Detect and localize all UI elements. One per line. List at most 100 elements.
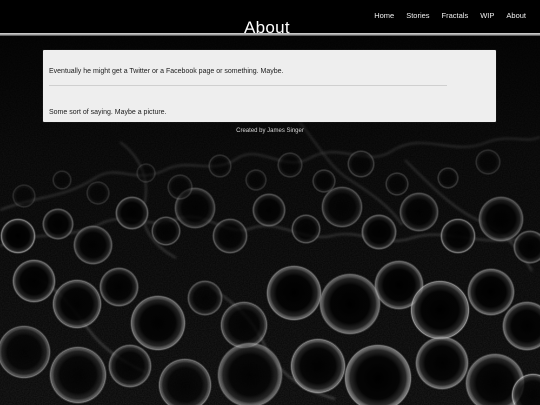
fractal-cell: [158, 358, 212, 405]
fractal-cell-outline: [320, 274, 380, 334]
fractal-cell-outline: [109, 345, 151, 387]
fractal-cell-outline: [479, 197, 523, 241]
fractal-cell: [291, 214, 321, 244]
fractal-cell-outline: [345, 345, 411, 405]
fractal-cell: [245, 169, 267, 191]
fractal-cell-outline: [514, 231, 540, 263]
nav-home-link[interactable]: Home: [374, 11, 394, 21]
fractal-cell: [465, 353, 525, 405]
fractal-cell-outline: [168, 175, 192, 199]
fractal-cell-outline: [221, 302, 267, 348]
fractal-cell-outline: [159, 359, 211, 405]
fractal-cell-outline: [152, 217, 180, 245]
fractal-cell-outline: [438, 168, 458, 188]
fractal-cell-outline: [74, 226, 112, 264]
page: About Home Stories Fractals WIP About Ev…: [0, 0, 540, 405]
fractal-cell-outline: [291, 339, 345, 393]
fractal-cell-outline: [411, 281, 469, 339]
fractal-cell: [187, 280, 223, 316]
fractal-cell-outline: [292, 215, 320, 243]
fractal-cell: [399, 192, 439, 232]
fractal-cell-outline: [137, 164, 155, 182]
fractal-cell: [0, 325, 51, 379]
fractal-cell-outline: [416, 337, 468, 389]
fractal-cell: [167, 174, 193, 200]
fractal-cell: [0, 218, 36, 254]
fractal-cell: [220, 301, 268, 349]
fractal-cell-outline: [87, 182, 109, 204]
fractal-cell-outline: [131, 296, 185, 350]
fractal-cell: [290, 338, 346, 394]
fractal-cell-outline: [348, 151, 374, 177]
fractal-cell: [277, 152, 303, 178]
main-navigation: Home Stories Fractals WIP About: [374, 11, 526, 21]
fractal-cell: [344, 344, 412, 405]
fractal-cell-outline: [218, 343, 282, 405]
fractal-cell: [212, 218, 248, 254]
fractal-cell-outline: [116, 197, 148, 229]
fractal-cell-outline: [13, 260, 55, 302]
fractal-cell: [115, 196, 149, 230]
fractal-cell-outline: [400, 193, 438, 231]
nav-stories-link[interactable]: Stories: [406, 11, 429, 21]
fractal-cell: [12, 184, 36, 208]
fractal-cell-outline: [209, 155, 231, 177]
site-header: About Home Stories Fractals WIP About: [0, 0, 540, 37]
fractal-cell-outline: [253, 194, 285, 226]
fractal-cell: [52, 279, 102, 329]
fractal-cell: [12, 259, 56, 303]
fractal-cell-outline: [0, 326, 50, 378]
fractal-cell-outline: [476, 150, 500, 174]
fractal-cell: [385, 172, 409, 196]
header-divider: [0, 33, 540, 36]
about-paragraph-social: Eventually he might get a Twitter or a F…: [49, 68, 284, 75]
fractal-cell: [437, 167, 459, 189]
fractal-cell-outline: [267, 266, 321, 320]
fractal-cell: [252, 193, 286, 227]
fractal-cell-outline: [50, 347, 106, 403]
fractal-cell-outline: [512, 374, 540, 405]
fractal-cell-outline: [441, 219, 475, 253]
fractal-cell: [502, 301, 540, 351]
fractal-cell: [312, 169, 336, 193]
fractal-cell: [151, 216, 181, 246]
content-divider: [49, 85, 447, 86]
fractal-cell-outline: [53, 171, 71, 189]
nav-wip-link[interactable]: WIP: [480, 11, 494, 21]
about-content-panel: Eventually he might get a Twitter or a F…: [43, 50, 496, 122]
fractal-cell: [208, 154, 232, 178]
fractal-cell-outline: [466, 354, 524, 405]
fractal-cell: [475, 149, 501, 175]
fractal-cell-outline: [100, 268, 138, 306]
fractal-cell: [467, 268, 515, 316]
nav-about-link[interactable]: About: [506, 11, 526, 21]
fractal-cell: [99, 267, 139, 307]
fractal-cell: [174, 187, 216, 229]
fractal-cell: [374, 260, 424, 310]
fractal-cell-outline: [246, 170, 266, 190]
fractal-cell: [319, 273, 381, 335]
fractal-cell-outline: [313, 170, 335, 192]
fractal-cell-outline: [322, 187, 362, 227]
fractal-cell: [108, 344, 152, 388]
fractal-cell-outline: [213, 219, 247, 253]
fractal-cell: [321, 186, 363, 228]
fractal-cell-outline: [53, 280, 101, 328]
nav-fractals-link[interactable]: Fractals: [442, 11, 469, 21]
fractal-cell-outline: [1, 219, 35, 253]
fractal-cell-outline: [468, 269, 514, 315]
fractal-cell: [49, 346, 107, 404]
fractal-cell: [410, 280, 470, 340]
fractal-cell: [511, 373, 540, 405]
fractal-cell-outline: [278, 153, 302, 177]
fractal-cell-outline: [503, 302, 540, 350]
fractal-cell-outline: [13, 185, 35, 207]
fractal-cell-outline: [43, 209, 73, 239]
fractal-cell: [513, 230, 540, 264]
fractal-cell-outline: [362, 215, 396, 249]
fractal-cell: [86, 181, 110, 205]
fractal-cell: [478, 196, 524, 242]
about-paragraph-saying: Some sort of saying. Maybe a picture.: [49, 109, 167, 116]
fractal-cell-outline: [386, 173, 408, 195]
fractal-cell-outline: [175, 188, 215, 228]
